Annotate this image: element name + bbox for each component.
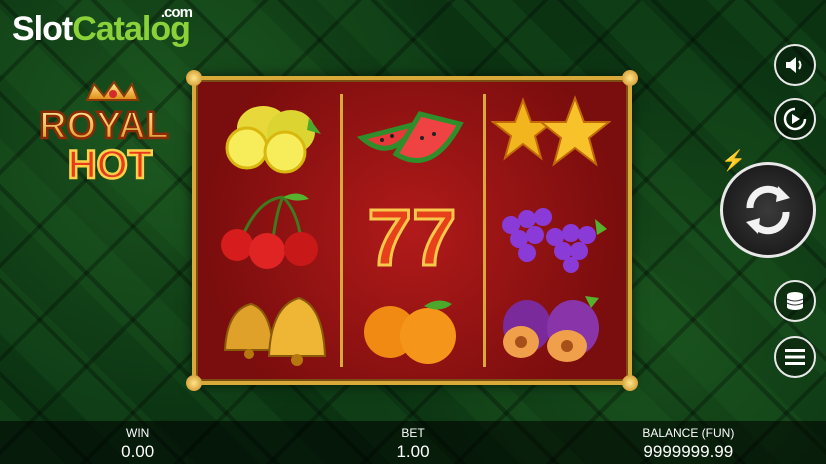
symbol-cherry xyxy=(204,183,343,278)
symbol-star xyxy=(481,88,620,183)
reel-grid: 77 xyxy=(204,88,620,373)
spin-button[interactable] xyxy=(720,162,816,258)
bet-value: 1.00 xyxy=(396,442,430,461)
slotcatalog-logo: SlotCatalog .com xyxy=(12,4,193,49)
logo-text-com: .com xyxy=(160,4,193,21)
logo-text-slot: Slot xyxy=(12,10,73,48)
symbol-seven: 77 xyxy=(343,183,482,278)
cherry-icon xyxy=(221,192,319,269)
spin-arrows-icon xyxy=(746,185,790,235)
bet-settings-button[interactable] xyxy=(774,280,816,322)
balance-label: BALANCE (FUN) xyxy=(642,426,735,440)
sound-button[interactable] xyxy=(774,44,816,86)
royal-hot-logo: ROYAL HOT xyxy=(38,80,170,188)
star-icon xyxy=(490,94,611,167)
bet-label: BET xyxy=(401,426,425,440)
win-display: WIN 0.00 xyxy=(0,421,275,464)
plum-icon xyxy=(502,295,599,362)
bet-display[interactable]: BET 1.00 xyxy=(275,421,550,464)
game-title-royal: ROYAL xyxy=(39,105,169,147)
reel-frame: 77 xyxy=(186,70,638,391)
coin-stack-icon xyxy=(786,292,804,310)
autoplay-button[interactable] xyxy=(774,98,816,140)
balance-display: BALANCE (FUN) 9999999.99 xyxy=(551,421,826,464)
watermelon-icon xyxy=(356,110,464,163)
hamburger-menu-icon xyxy=(785,349,805,365)
menu-button[interactable] xyxy=(774,336,816,378)
win-label: WIN xyxy=(126,426,150,440)
orange-icon xyxy=(363,299,456,364)
lucky-seven-icon: 77 xyxy=(366,191,458,273)
symbol-watermelon xyxy=(343,88,482,183)
balance-value: 9999999.99 xyxy=(643,442,734,461)
game-title-hot: HOT xyxy=(68,143,152,187)
win-value: 0.00 xyxy=(121,442,155,461)
bell-icon xyxy=(224,296,327,366)
symbol-orange xyxy=(343,278,482,373)
symbol-lemon xyxy=(204,88,343,183)
bottom-info-bar: WIN 0.00 BET 1.00 BALANCE (FUN) 9999999.… xyxy=(0,421,826,464)
symbol-plum xyxy=(481,278,620,373)
svg-text:77: 77 xyxy=(367,193,456,273)
play-circle-icon xyxy=(783,107,807,131)
symbol-grapes xyxy=(481,183,620,278)
symbol-bell xyxy=(204,278,343,373)
grapes-icon xyxy=(501,207,607,273)
lemon-icon xyxy=(225,105,322,173)
speaker-icon xyxy=(786,57,802,73)
